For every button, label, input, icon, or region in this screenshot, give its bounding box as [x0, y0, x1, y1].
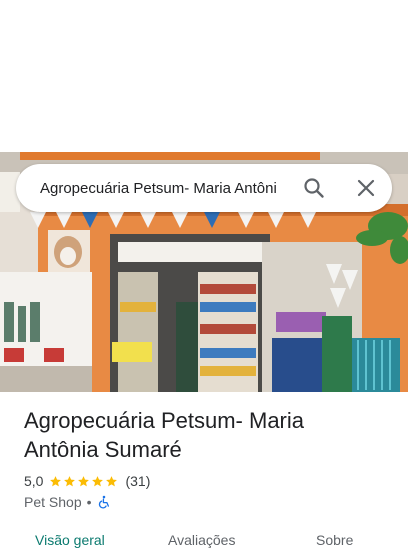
search-icon	[304, 178, 324, 198]
rating-stars	[49, 475, 119, 488]
search-input[interactable]: Agropecuária Petsum- Maria Antôni	[40, 180, 278, 197]
clear-search-button[interactable]	[354, 176, 378, 200]
tab-visao-geral[interactable]: Visão geral	[35, 532, 105, 548]
star-icon	[50, 475, 62, 486]
tab-sobre[interactable]: Sobre	[316, 532, 353, 548]
star-icon	[64, 475, 76, 486]
map-blank-area	[0, 0, 408, 152]
place-title-line1: Agropecuária Petsum- Maria	[24, 408, 305, 433]
tab-avaliacoes[interactable]: Avaliações	[168, 532, 235, 548]
category-row: Pet Shop •	[24, 492, 111, 512]
search-bar[interactable]: Agropecuária Petsum- Maria Antôni	[16, 164, 392, 212]
place-tabs: Visão geral Avaliações Sobre	[0, 528, 408, 548]
star-icon	[78, 475, 90, 486]
wheelchair-icon[interactable]	[97, 495, 111, 509]
separator-dot: •	[86, 494, 92, 510]
star-icon	[92, 475, 104, 486]
place-title-line2: Antônia Sumaré	[24, 437, 182, 462]
rating-row[interactable]: 5,0 (31)	[24, 471, 150, 491]
search-button[interactable]	[302, 176, 326, 200]
review-count[interactable]: (31)	[125, 473, 150, 489]
star-icon	[106, 475, 118, 486]
rating-value: 5,0	[24, 473, 44, 489]
place-category: Pet Shop	[24, 494, 82, 510]
close-icon	[357, 179, 375, 197]
place-title: Agropecuária Petsum- Maria Antônia Sumar…	[24, 406, 364, 464]
